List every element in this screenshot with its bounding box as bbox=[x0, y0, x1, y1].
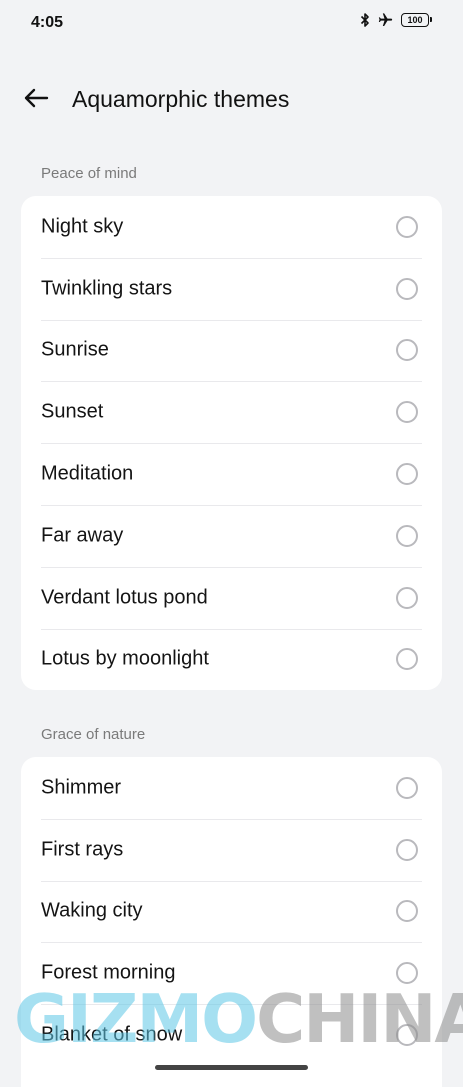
battery-level: 100 bbox=[407, 15, 423, 25]
theme-row-forest-morning[interactable]: Forest morning bbox=[21, 942, 442, 1004]
theme-label: Sunrise bbox=[41, 338, 109, 361]
theme-row-sunset[interactable]: Sunset bbox=[21, 381, 442, 443]
theme-label: Verdant lotus pond bbox=[41, 586, 208, 609]
status-time: 4:05 bbox=[31, 14, 64, 31]
theme-label: Waking city bbox=[41, 899, 143, 922]
back-button[interactable] bbox=[14, 78, 58, 122]
theme-row-verdant-lotus-pond[interactable]: Verdant lotus pond bbox=[21, 566, 442, 629]
theme-label: Lotus by moonlight bbox=[41, 647, 209, 670]
radio-button[interactable] bbox=[396, 215, 418, 238]
battery-icon: 100 bbox=[401, 13, 432, 27]
radio-button[interactable] bbox=[396, 277, 418, 300]
theme-row-night-sky[interactable]: Night sky bbox=[21, 196, 442, 258]
theme-label: Meditation bbox=[41, 462, 134, 485]
radio-button[interactable] bbox=[396, 586, 418, 609]
theme-row-first-rays[interactable]: First rays bbox=[21, 818, 442, 881]
theme-label: Blanket of snow bbox=[41, 1023, 183, 1046]
radio-button[interactable] bbox=[396, 648, 418, 671]
radio-button[interactable] bbox=[396, 401, 418, 424]
radio-button[interactable] bbox=[396, 1024, 418, 1047]
theme-label: First rays bbox=[41, 838, 124, 861]
radio-button[interactable] bbox=[396, 838, 418, 861]
theme-row-sunrise[interactable]: Sunrise bbox=[21, 319, 442, 382]
status-bar: 4:05 100 bbox=[0, 0, 463, 46]
theme-list-peace-of-mind: Night sky Twinkling stars Sunrise Sunset… bbox=[21, 196, 442, 691]
theme-label: Shimmer bbox=[41, 776, 122, 799]
theme-row-meditation[interactable]: Meditation bbox=[21, 443, 442, 505]
airplane-icon bbox=[377, 12, 394, 28]
theme-label: Twinkling stars bbox=[41, 277, 173, 300]
page-title: Aquamorphic themes bbox=[72, 86, 290, 112]
arrow-left-icon bbox=[23, 87, 49, 114]
radio-button[interactable] bbox=[396, 776, 418, 799]
theme-row-waking-city[interactable]: Waking city bbox=[21, 880, 442, 943]
app-bar: Aquamorphic themes bbox=[0, 72, 463, 128]
theme-row-far-away[interactable]: Far away bbox=[21, 504, 442, 567]
theme-label: Forest morning bbox=[41, 961, 176, 984]
theme-row-blanket-of-snow[interactable]: Blanket of snow bbox=[21, 1004, 442, 1066]
radio-button[interactable] bbox=[396, 900, 418, 923]
section-label-peace-of-mind: Peace of mind bbox=[41, 165, 137, 182]
status-icons: 100 bbox=[360, 12, 432, 28]
radio-button[interactable] bbox=[396, 524, 418, 547]
theme-list-grace-of-nature: Shimmer First rays Waking city Forest mo… bbox=[21, 757, 442, 1087]
theme-row-twinkling-stars[interactable]: Twinkling stars bbox=[21, 257, 442, 320]
theme-label: Sunset bbox=[41, 400, 104, 423]
radio-button[interactable] bbox=[396, 962, 418, 985]
section-label-grace-of-nature: Grace of nature bbox=[41, 726, 146, 743]
radio-button[interactable] bbox=[396, 339, 418, 362]
theme-row-shimmer[interactable]: Shimmer bbox=[21, 757, 442, 819]
home-indicator[interactable] bbox=[155, 1065, 308, 1070]
radio-button[interactable] bbox=[396, 463, 418, 486]
bluetooth-icon bbox=[360, 12, 370, 28]
theme-label: Night sky bbox=[41, 215, 124, 238]
theme-row-lotus-by-moonlight[interactable]: Lotus by moonlight bbox=[21, 628, 442, 691]
theme-label: Far away bbox=[41, 524, 124, 547]
